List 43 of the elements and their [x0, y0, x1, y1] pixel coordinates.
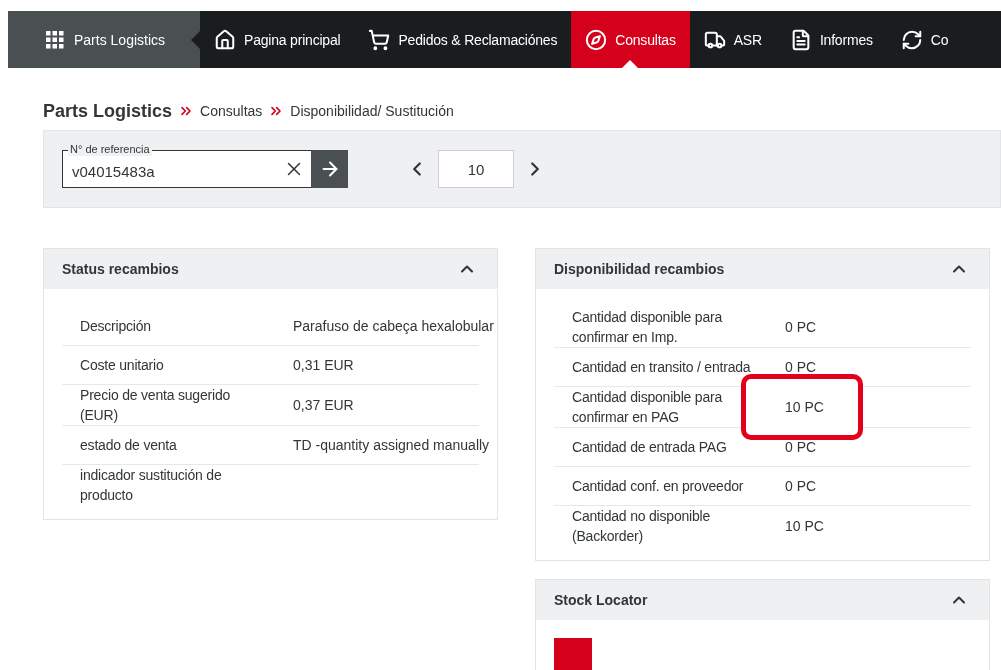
panel-header[interactable]: Status recambios — [44, 249, 497, 289]
app-switcher[interactable]: Parts Logistics — [8, 11, 200, 68]
search-button[interactable] — [311, 150, 348, 188]
field-label: Cantidad en transito / entrada — [572, 358, 752, 377]
field-label: Cantidad disponible para confirmar en Imp. — [572, 308, 724, 347]
field-value: 0,31 EUR — [293, 356, 354, 375]
field-value: TD -quantity assigned manually — [293, 436, 490, 455]
breadcrumb-link[interactable]: Consultas — [200, 103, 263, 119]
page-field[interactable]: 10 — [438, 150, 514, 188]
field-label: Cantidad disponible para confirmar en PAG — [572, 388, 724, 427]
field-label: Cantidad de entrada PAG — [572, 438, 728, 457]
field-label: estado de venta — [80, 436, 178, 455]
grid-icon — [46, 30, 64, 49]
field-value: 0 PC — [785, 438, 817, 457]
nav-tab[interactable]: Pagina principal — [200, 11, 355, 68]
field-value: 0 PC — [785, 477, 817, 496]
breadcrumb-link[interactable]: Parts Logistics — [43, 100, 173, 122]
field-label: N° de referencia — [68, 143, 152, 156]
field-label: Cantidad no disponible (Backorder) — [572, 507, 712, 546]
field-value: 10 PC — [785, 517, 824, 536]
field-label: Precio de venta sugerido (EUR) — [80, 386, 232, 425]
cart-icon — [368, 28, 391, 51]
field-value: 10 PC — [741, 374, 863, 440]
field-value: 0 PC — [785, 318, 817, 337]
field-value: 0,37 EUR — [293, 396, 354, 415]
refresh-icon — [900, 28, 923, 51]
panel-header[interactable]: Disponibilidad recambios — [536, 249, 989, 289]
nav-tab[interactable]: Co — [886, 11, 963, 68]
panel-header[interactable]: Stock Locator — [536, 580, 989, 620]
field-label: Descripción — [80, 317, 152, 336]
field-value: 0 PC — [785, 358, 817, 377]
nav-tab[interactable]: Pedidos & Reclamaciónes — [354, 11, 572, 68]
field-value: Parafuso de cabeça hexalobular — [293, 317, 494, 336]
nav-tab[interactable]: Informes — [775, 11, 887, 68]
field-label: Cantidad conf. en proveedor — [572, 477, 745, 496]
nav-tab[interactable]: ASR — [689, 11, 776, 68]
breadcrumb-link[interactable]: Disponibilidad/ Sustitución — [290, 103, 454, 119]
field-label: indicador sustitución de producto — [80, 466, 223, 505]
tile-icon — [554, 638, 592, 670]
home-icon — [214, 28, 236, 51]
compass-icon — [585, 28, 608, 51]
nav-tab[interactable]: Consultas — [571, 11, 690, 68]
field-label: Coste unitario — [80, 356, 165, 375]
